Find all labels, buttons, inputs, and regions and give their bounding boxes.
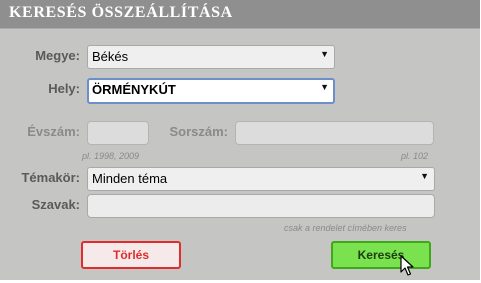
search-panel: KERESÉS ÖSSZEÁLLÍTÁSA Megye: Békés ▼ Hel…: [0, 0, 480, 280]
county-label: Megye:: [35, 48, 80, 63]
topic-select[interactable]: Minden téma ▼: [87, 167, 435, 191]
panel-header: KERESÉS ÖSSZEÁLLÍTÁSA: [0, 0, 480, 29]
search-button[interactable]: Keresés: [331, 241, 431, 269]
place-select[interactable]: ÖRMÉNYKÚT ▼: [87, 78, 335, 104]
number-input[interactable]: [235, 121, 434, 145]
year-input[interactable]: [87, 121, 149, 145]
year-label: Évszám:: [27, 124, 80, 139]
clear-button[interactable]: Törlés: [81, 241, 181, 269]
chevron-down-icon: ▼: [320, 82, 329, 92]
topic-label: Témakör:: [21, 170, 80, 185]
words-label: Szavak:: [31, 197, 80, 212]
number-label: Sorszám:: [169, 124, 228, 139]
words-input[interactable]: [87, 194, 435, 218]
number-hint: pl. 102: [401, 151, 429, 161]
chevron-down-icon: ▼: [320, 49, 329, 59]
panel-title: KERESÉS ÖSSZEÁLLÍTÁSA: [9, 4, 233, 21]
chevron-down-icon: ▼: [420, 171, 429, 181]
words-hint: csak a rendelet címében keres: [284, 223, 407, 233]
topic-select-value: Minden téma: [92, 171, 168, 186]
county-select-value: Békés: [92, 49, 129, 64]
county-select[interactable]: Békés ▼: [87, 45, 335, 69]
place-select-value: ÖRMÉNYKÚT: [92, 82, 176, 97]
mouse-pointer-icon: [400, 255, 414, 276]
place-label: Hely:: [48, 81, 80, 96]
year-hint: pl. 1998, 2009: [82, 151, 140, 161]
